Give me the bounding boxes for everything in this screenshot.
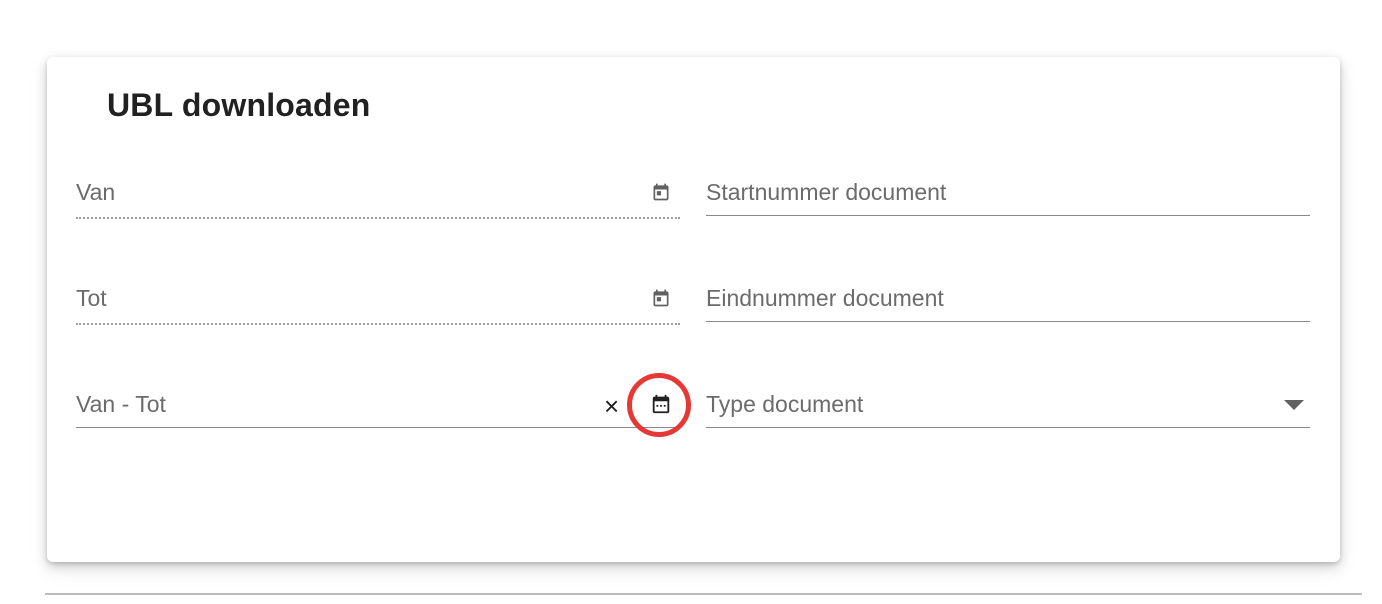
card-title: UBL downloaden [107, 87, 371, 123]
type-document-label: Type document [706, 391, 864, 417]
van-tot-label: Van - Tot [76, 391, 166, 417]
startnummer-field[interactable]: Startnummer document [706, 175, 1310, 220]
bottom-divider [45, 593, 1362, 595]
type-document-select[interactable]: Type document [706, 387, 1310, 432]
eindnummer-label: Eindnummer document [706, 285, 944, 311]
calendar-icon[interactable] [648, 179, 674, 205]
arrow-drop-down-icon[interactable] [1284, 400, 1304, 410]
tot-label: Tot [76, 285, 107, 311]
van-date-field[interactable]: Van [76, 175, 680, 220]
tot-date-field[interactable]: Tot [76, 281, 680, 326]
van-label: Van [76, 179, 116, 205]
calendar-range-icon[interactable] [648, 391, 674, 417]
van-tot-underline [76, 427, 680, 428]
van-underline [76, 217, 680, 219]
tot-underline [76, 323, 680, 325]
van-tot-range-field[interactable]: Van - Tot × [76, 387, 680, 432]
eindnummer-underline [706, 321, 1310, 322]
clear-icon[interactable]: × [604, 393, 619, 419]
calendar-icon[interactable] [648, 285, 674, 311]
type-document-underline [706, 427, 1310, 428]
startnummer-label: Startnummer document [706, 179, 947, 205]
eindnummer-field[interactable]: Eindnummer document [706, 281, 1310, 326]
startnummer-underline [706, 215, 1310, 216]
